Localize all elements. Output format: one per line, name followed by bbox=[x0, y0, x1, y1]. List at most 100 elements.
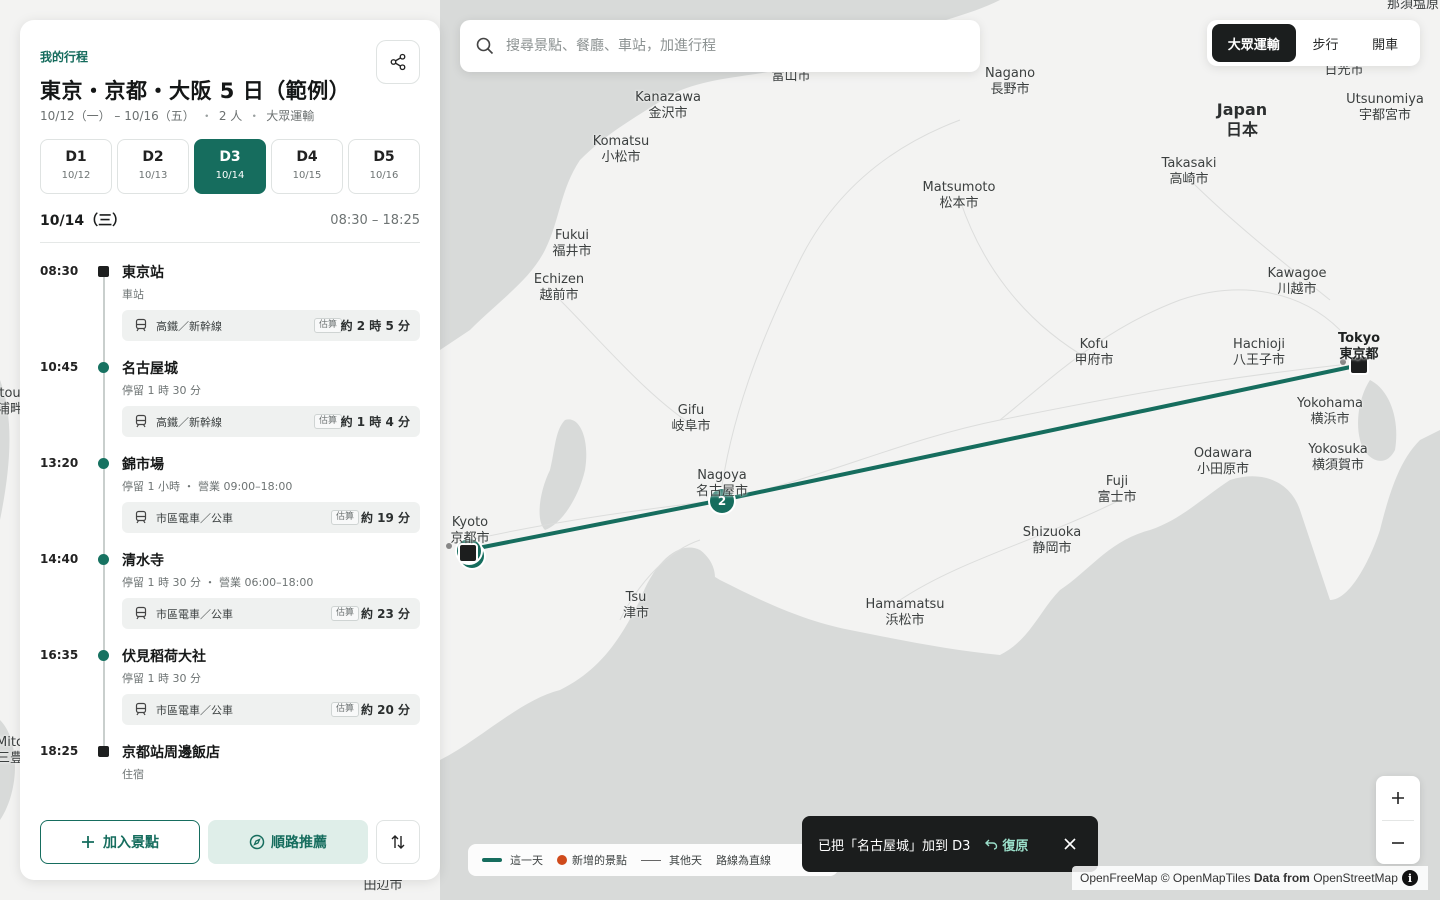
day-tabs: D1 10/12 D2 10/13 D3 10/14 D4 10/15 D5 10/16 bbox=[40, 139, 420, 194]
map-label-kofu: Kofu 甲府市 bbox=[1074, 337, 1114, 368]
train-icon bbox=[135, 414, 147, 428]
trip-people: 2 人 bbox=[218, 109, 243, 123]
attrib-data-from: Data from bbox=[1253, 871, 1310, 885]
sort-button[interactable] bbox=[376, 820, 420, 864]
transit-mode: 市區電車／公車 bbox=[156, 704, 233, 717]
transit-segment[interactable]: 高鐵／新幹線 估算約 2 時 5 分 bbox=[122, 310, 420, 341]
meta-separator: ・ bbox=[248, 109, 261, 123]
stop-time: 16:35 bbox=[40, 648, 79, 662]
map-label-japan: Japan 日本 bbox=[1216, 100, 1268, 139]
stop-name: 東京站 bbox=[122, 265, 164, 281]
day-tab-date: 10/12 bbox=[61, 170, 91, 181]
transit-duration: 約 1 時 4 分 bbox=[340, 415, 410, 429]
day-tab-d5[interactable]: D5 10/16 bbox=[348, 139, 420, 194]
compass-icon bbox=[249, 834, 265, 850]
share-button[interactable] bbox=[376, 40, 420, 84]
selected-day-header: 10/14（三） 08:30 – 18:25 bbox=[40, 210, 420, 230]
mode-drive-button[interactable]: 開車 bbox=[1355, 24, 1415, 62]
map-label-nagano: Nagano 長野市 bbox=[984, 66, 1036, 97]
search-input[interactable] bbox=[506, 38, 946, 54]
stop-detail: 停留 1 小時 ・ 營業 09:00–18:00 bbox=[122, 480, 293, 493]
estimate-badge: 估算 bbox=[330, 702, 359, 717]
train-icon bbox=[135, 606, 147, 620]
transit-segment[interactable]: 市區電車／公車 估算約 19 分 bbox=[122, 502, 420, 533]
map-attribution: OpenFreeMap © OpenMapTiles Data from Ope… bbox=[1072, 866, 1428, 890]
attrib-osm-link[interactable]: OpenStreetMap bbox=[1313, 871, 1398, 885]
legend-straight-note: 路線為直線 bbox=[716, 852, 771, 868]
stop-detail: 車站 bbox=[122, 288, 144, 301]
mode-transit-button[interactable]: 大眾運輸 bbox=[1212, 24, 1296, 62]
day-tab-d3[interactable]: D3 10/14 bbox=[194, 139, 266, 194]
stop-marker bbox=[98, 362, 109, 373]
stop-time: 08:30 bbox=[40, 264, 79, 278]
optimize-route-label: 順路推薦 bbox=[271, 835, 327, 851]
day-tab-d1[interactable]: D1 10/12 bbox=[40, 139, 112, 194]
transit-segment[interactable]: 市區電車／公車 估算約 20 分 bbox=[122, 694, 420, 725]
day-tab-d4[interactable]: D4 10/15 bbox=[271, 139, 343, 194]
add-spot-button[interactable]: 加入景點 bbox=[40, 820, 200, 864]
day-tab-d2[interactable]: D2 10/13 bbox=[117, 139, 189, 194]
itinerary-panel: 我的行程 東京・京都・大阪 5 日（範例） 10/12（一） – 10/16（五… bbox=[20, 20, 440, 880]
map-label-kanazawa: Kanazawa 金沢市 bbox=[635, 90, 701, 121]
undo-label: 復原 bbox=[1002, 838, 1029, 854]
stop-detail: 停留 1 時 30 分 bbox=[122, 384, 201, 397]
map-label-yokosuka: Yokosuka 横須賀市 bbox=[1308, 442, 1368, 473]
map-label-fukui: Fukui 福井市 bbox=[552, 228, 592, 259]
day-tab-date: 10/15 bbox=[292, 170, 322, 181]
legend-this-day-label: 這一天 bbox=[510, 854, 543, 867]
stop-time: 10:45 bbox=[40, 360, 79, 374]
train-icon bbox=[135, 318, 147, 332]
toast-notification: 已把「名古屋城」加到 D3 復原 bbox=[802, 816, 1098, 872]
day-tab-date: 10/13 bbox=[138, 170, 168, 181]
map-label-komatsu: Komatsu 小松市 bbox=[592, 134, 650, 165]
map-label-kyoto: Kyoto 京都市 bbox=[450, 515, 490, 546]
stop-name: 京都站周邊飯店 bbox=[122, 745, 220, 761]
map-label-shizuoka: Shizuoka 静岡市 bbox=[1022, 525, 1082, 556]
legend-other-days: 其他天 bbox=[641, 852, 702, 868]
zoom-controls bbox=[1376, 776, 1420, 864]
map-label-nagoya: Nagoya 名古屋市 bbox=[695, 468, 749, 499]
stop-detail: 住宿 bbox=[122, 768, 144, 781]
transit-duration: 約 19 分 bbox=[360, 511, 410, 525]
legend-other-days-label: 其他天 bbox=[669, 854, 702, 867]
stop-time: 13:20 bbox=[40, 456, 79, 470]
mode-walk-button[interactable]: 步行 bbox=[1296, 24, 1356, 62]
transit-segment[interactable]: 高鐵／新幹線 估算約 1 時 4 分 bbox=[122, 406, 420, 437]
transit-duration: 約 23 分 bbox=[360, 607, 410, 621]
stop-name: 清水寺 bbox=[122, 553, 164, 569]
day-tab-date: 10/16 bbox=[369, 170, 399, 181]
minus-icon bbox=[1392, 842, 1404, 844]
legend-this-day: 這一天 bbox=[482, 852, 543, 868]
stop-detail: 停留 1 時 30 分 bbox=[122, 672, 201, 685]
zoom-out-button[interactable] bbox=[1376, 821, 1420, 865]
legend-new-spot-swatch bbox=[557, 855, 567, 865]
add-spot-label: 加入景點 bbox=[103, 835, 159, 851]
section-eyebrow: 我的行程 bbox=[40, 50, 89, 64]
map-label-tokyo: Tokyo 東京都 bbox=[1337, 331, 1381, 362]
map-label-tsu: Tsu 津市 bbox=[622, 590, 650, 621]
optimize-route-button[interactable]: 順路推薦 bbox=[208, 820, 368, 864]
stop-marker bbox=[98, 266, 109, 277]
share-icon bbox=[390, 53, 406, 71]
trip-dates: 10/12（一） – 10/16（五） bbox=[40, 109, 195, 123]
day-tab-label: D2 bbox=[142, 149, 164, 165]
stop-name: 伏見稻荷大社 bbox=[122, 649, 206, 665]
undo-button[interactable]: 復原 bbox=[984, 835, 1028, 854]
info-icon[interactable]: i bbox=[1402, 870, 1418, 886]
estimate-badge: 估算 bbox=[313, 414, 342, 429]
attrib-openmaptiles[interactable]: © OpenMapTiles bbox=[1161, 871, 1251, 885]
divider bbox=[40, 242, 420, 243]
map-label-odawara: Odawara 小田原市 bbox=[1193, 446, 1253, 477]
map-label-matsumoto: Matsumoto 松本市 bbox=[922, 180, 996, 211]
close-icon[interactable] bbox=[1062, 836, 1078, 852]
stop-marker bbox=[98, 746, 109, 757]
stop-time: 18:25 bbox=[40, 744, 79, 758]
attrib-openfreemap-link[interactable]: OpenFreeMap bbox=[1080, 871, 1157, 885]
map-label-kawagoe: Kawagoe 川越市 bbox=[1267, 266, 1327, 297]
train-icon bbox=[135, 702, 147, 716]
day-time-range: 08:30 – 18:25 bbox=[330, 212, 420, 228]
zoom-in-button[interactable] bbox=[1376, 776, 1420, 820]
transit-segment[interactable]: 市區電車／公車 估算約 23 分 bbox=[122, 598, 420, 629]
map-label-nasushiobara: 那須塩原 bbox=[1386, 0, 1440, 12]
map-label-utsunomiya: Utsunomiya 宇都宮市 bbox=[1346, 92, 1424, 123]
